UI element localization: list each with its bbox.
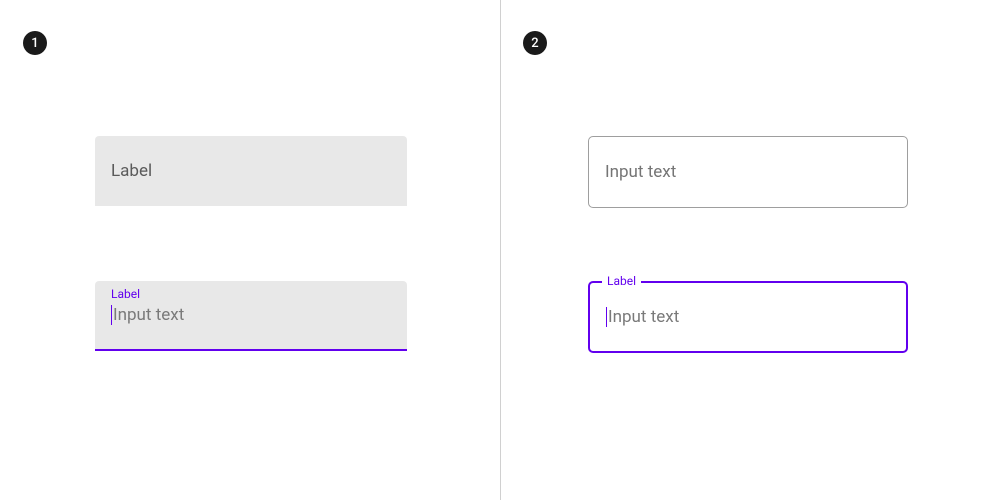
filled-focused-input-text: Input text xyxy=(113,305,184,325)
outlined-focused-label: Label xyxy=(602,274,641,288)
outlined-focused-input-area: Input text xyxy=(606,307,679,327)
text-cursor-icon xyxy=(111,305,112,325)
badge-label: 1 xyxy=(31,36,38,51)
outlined-default-placeholder: Input text xyxy=(605,162,676,182)
filled-focused-label: Label xyxy=(111,287,391,301)
outlined-text-field-focused[interactable]: Label Input text xyxy=(588,281,908,353)
panel-left: 1 Label Label Input text xyxy=(0,0,500,500)
badge-number-2: 2 xyxy=(523,31,547,55)
panel-right: 2 Input text Label Input text xyxy=(500,0,1000,500)
outlined-text-field-default[interactable]: Input text xyxy=(588,136,908,208)
text-cursor-icon xyxy=(606,307,607,327)
badge-number-1: 1 xyxy=(23,31,47,55)
badge-label: 2 xyxy=(531,36,538,51)
filled-default-label: Label xyxy=(111,161,152,181)
filled-focused-input-area: Input text xyxy=(111,305,391,325)
outlined-focused-input-text: Input text xyxy=(608,307,679,327)
filled-text-field-focused[interactable]: Label Input text xyxy=(95,281,407,351)
filled-text-field-default[interactable]: Label xyxy=(95,136,407,206)
